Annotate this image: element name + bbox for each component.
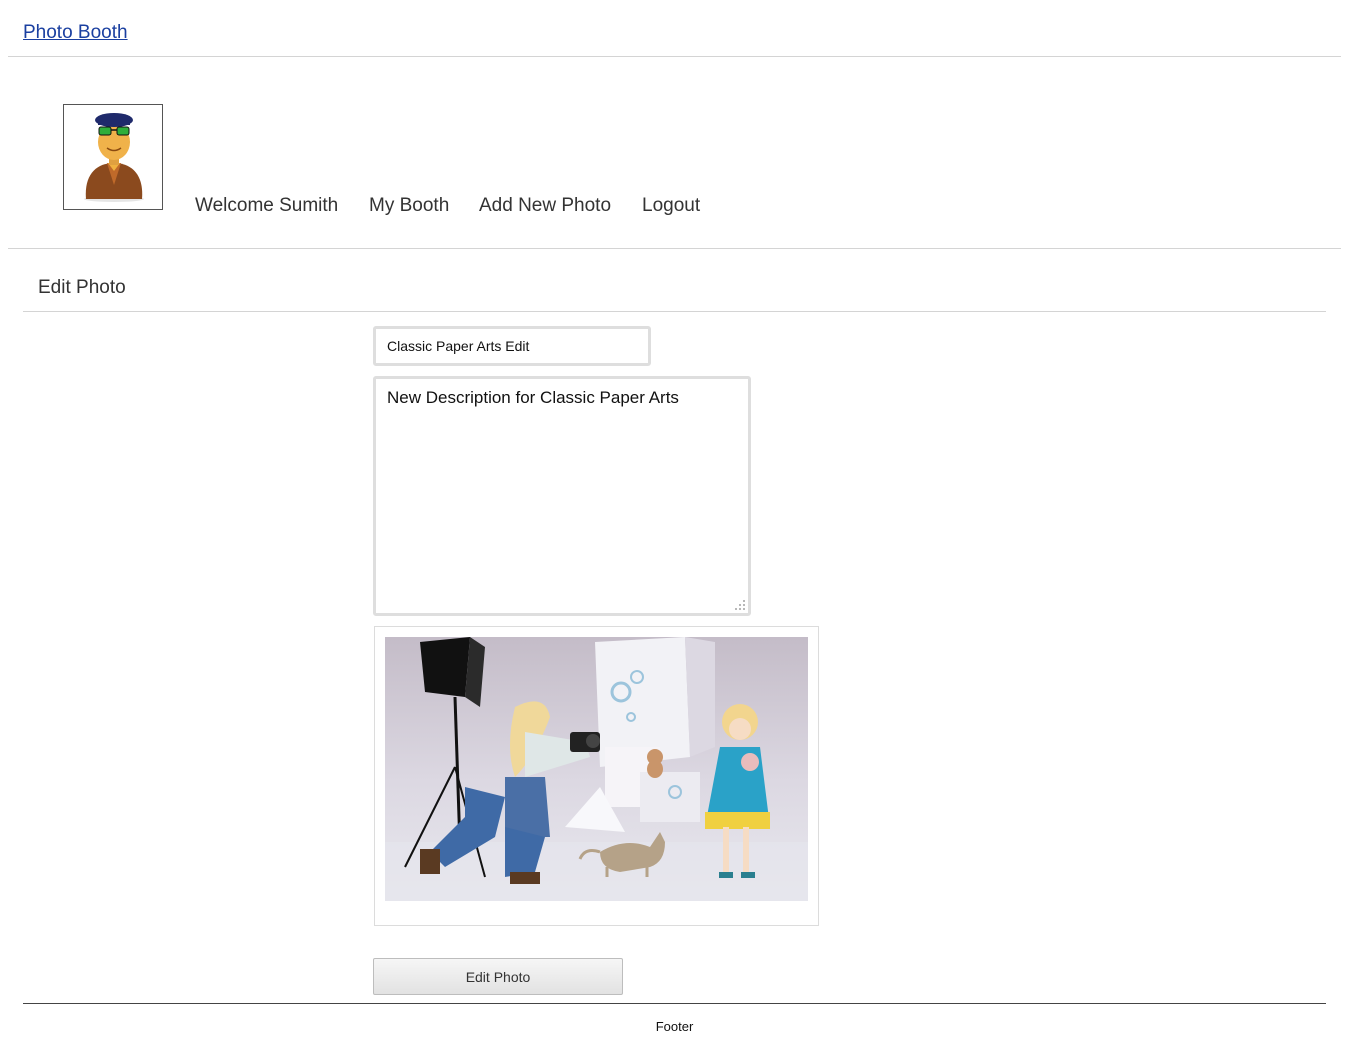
- photo-title-input[interactable]: [373, 326, 651, 366]
- user-avatar: [63, 104, 163, 210]
- footer-text: Footer: [655, 1019, 694, 1034]
- footer-divider: [23, 1003, 1326, 1004]
- user-avatar-icon: [84, 113, 144, 202]
- section-divider: [23, 311, 1326, 312]
- nav-my-booth[interactable]: My Booth: [369, 195, 449, 217]
- photo-preview-image: [385, 637, 808, 901]
- resize-grip-icon[interactable]: [734, 599, 746, 611]
- site-title-link[interactable]: Photo Booth: [23, 22, 128, 44]
- edit-photo-submit-button[interactable]: Edit Photo: [373, 958, 623, 995]
- nav-add-new-photo[interactable]: Add New Photo: [479, 195, 611, 217]
- photo-description-textarea[interactable]: New Description for Classic Paper Arts: [373, 376, 751, 616]
- photo-preview-frame: [374, 626, 819, 926]
- nav-logout[interactable]: Logout: [642, 195, 700, 217]
- nav-divider: [8, 248, 1341, 249]
- header-divider: [8, 56, 1341, 57]
- page: Photo Booth Welcome Sumith My Booth Add …: [0, 0, 1349, 1047]
- page-title: Edit Photo: [38, 277, 126, 298]
- nav-welcome[interactable]: Welcome Sumith: [195, 195, 338, 217]
